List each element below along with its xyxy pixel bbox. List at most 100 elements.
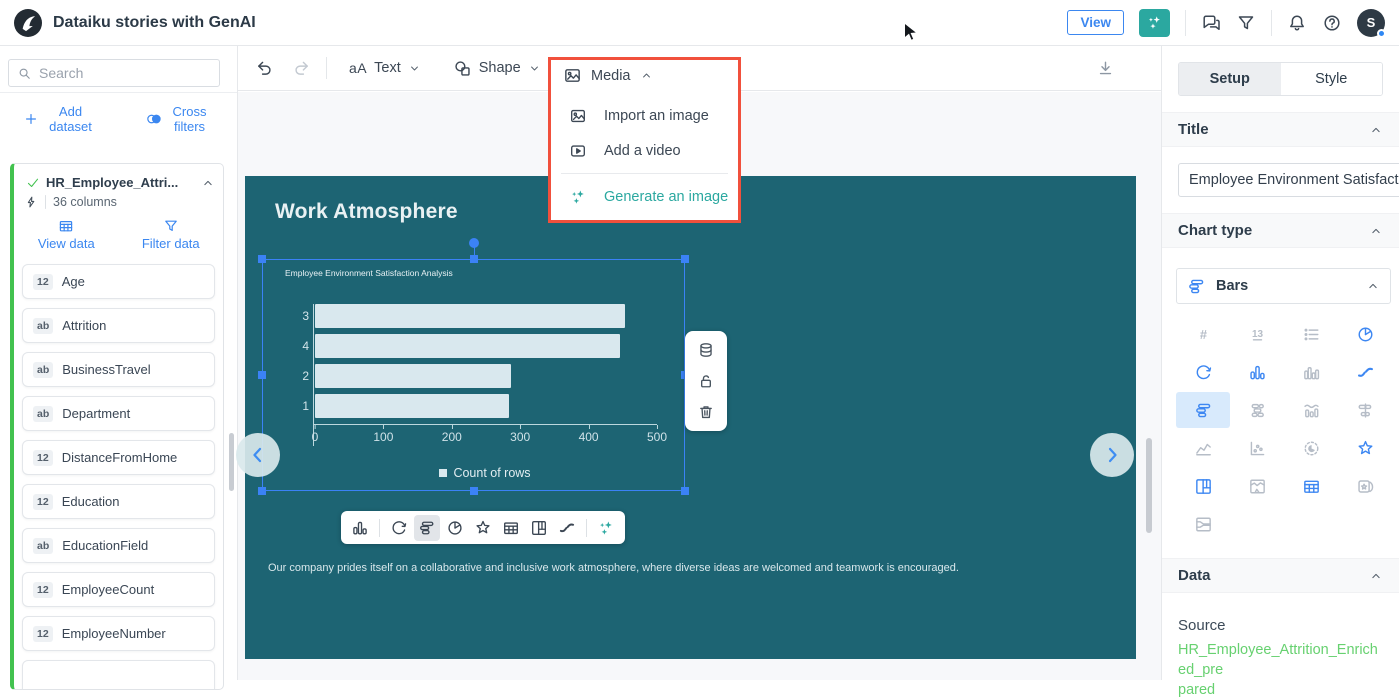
chart-type-sunburst-icon[interactable] [1285,430,1339,466]
text-tool-button[interactable]: aA Text [349,60,421,76]
chart-type-scatter-icon[interactable] [1230,430,1284,466]
chart-type-section-header[interactable]: Chart type [1162,213,1399,248]
chart-type-bars-butterfly-icon[interactable] [1339,392,1393,428]
chart-type-treemap-icon[interactable] [1176,468,1230,504]
chart-type-pie-icon[interactable] [1339,316,1393,352]
dataset-name: HR_Employee_Attri... [46,175,195,190]
tab-style[interactable]: Style [1281,63,1383,95]
chart-type-hash-icon[interactable]: # [1176,316,1230,352]
shape-tool-button[interactable]: Shape [453,59,541,78]
media-label: Media [591,68,631,84]
resize-handle-se[interactable] [681,487,689,495]
chart-type-cards-icon[interactable] [1339,468,1393,504]
resize-handle-ne[interactable] [681,255,689,263]
column-item[interactable]: 12DistanceFromHome [22,440,215,475]
dataiku-logo-icon [14,9,42,37]
column-item[interactable]: 12EmployeeNumber [22,616,215,651]
chevron-up-icon[interactable] [201,176,215,190]
table-icon[interactable] [498,515,524,541]
sidebar-scrollbar[interactable] [229,433,234,491]
comments-icon[interactable] [1201,13,1221,33]
title-section-header[interactable]: Title [1162,112,1399,147]
slide-paragraph[interactable]: Our company prides itself on a collabora… [268,562,1113,574]
sparkles-icon[interactable] [593,515,619,541]
help-icon[interactable] [1322,13,1342,33]
chart-type-line-chart-icon[interactable] [1176,430,1230,466]
chart-type-bars-vertical-icon[interactable] [1230,354,1284,390]
view-data-button[interactable]: View data [14,218,119,251]
next-slide-button[interactable] [1090,433,1134,477]
chart-type-bars-wave-icon[interactable] [1285,392,1339,428]
menu-item-add-a-video[interactable]: Add a video [551,133,738,168]
media-menu-button[interactable]: Media [551,60,738,91]
search-input[interactable] [39,65,189,81]
treemap-icon[interactable] [526,515,552,541]
column-item[interactable]: 12Education [22,484,215,519]
source-dataset-link[interactable]: HR_Employee_Attrition_Enriched_prepared [1178,640,1383,700]
selected-chart-block[interactable]: Employee Environment Satisfaction Analys… [262,259,685,491]
previous-slide-button[interactable] [236,433,280,477]
chart-type-bars-horizontal-icon[interactable] [1176,392,1230,428]
chart-type-list-icon[interactable] [1285,316,1339,352]
slide[interactable]: Work Atmosphere Employee Environment Sat… [245,176,1136,659]
chart-type-gauge-icon[interactable] [1176,354,1230,390]
ai-assistant-button[interactable] [1139,9,1170,37]
resize-handle-s[interactable] [470,487,478,495]
tab-setup[interactable]: Setup [1179,63,1281,95]
column-item[interactable]: abAttrition [22,308,215,343]
chart-type-sankey-icon[interactable] [1339,354,1393,390]
notifications-icon[interactable] [1287,13,1307,33]
menu-item-generate-an-image[interactable]: Generate an image [551,179,738,214]
redo-icon[interactable] [292,59,311,78]
download-icon[interactable] [1096,59,1115,78]
view-button[interactable]: View [1067,10,1124,35]
menu-item-import-an-image[interactable]: Import an image [551,98,738,133]
selected-chart-type[interactable]: Bars [1176,268,1391,304]
pie-icon[interactable] [442,515,468,541]
column-item[interactable]: 12Age [22,264,215,299]
resize-handle-n[interactable] [470,255,478,263]
chart-type-table-icon[interactable] [1285,468,1339,504]
database-icon[interactable] [697,341,715,359]
column-item[interactable]: abDepartment [22,396,215,431]
resize-handle-nw[interactable] [258,255,266,263]
column-item[interactable]: abBusinessTravel [22,352,215,387]
canvas-scrollbar[interactable] [1146,438,1152,533]
rotation-handle[interactable] [469,238,479,248]
trash-icon[interactable] [697,403,715,421]
filter-data-button[interactable]: Filter data [119,218,224,251]
data-section-header[interactable]: Data [1162,558,1399,593]
column-item[interactable]: abEducationField [22,528,215,563]
sankey-icon[interactable] [554,515,580,541]
column-item-partial[interactable] [22,660,215,690]
chart-legend: Count of rows [313,466,657,480]
filter-icon[interactable] [1236,13,1256,33]
undo-icon[interactable] [255,59,274,78]
chart-type-flows-icon[interactable] [1176,506,1230,542]
chart-type-floating-toolbar [341,511,625,544]
star-icon[interactable] [470,515,496,541]
chart-type-bars-stacked-icon[interactable] [1230,392,1284,428]
chart-title-input[interactable] [1178,163,1399,197]
status-dot [1377,29,1386,38]
bars-horizontal-icon[interactable] [414,515,440,541]
chart-type-map-icon[interactable] [1230,468,1284,504]
plus-icon [23,111,39,127]
resize-handle-w[interactable] [258,371,266,379]
chevron-up-icon [640,69,653,82]
chart-type-star-icon[interactable] [1339,430,1393,466]
bars-vertical-icon[interactable] [347,515,373,541]
gauge-icon[interactable] [386,515,412,541]
add-dataset-button[interactable]: Add dataset [0,104,119,134]
chart-type-number-13-icon[interactable]: 13 [1230,316,1284,352]
avatar[interactable]: S [1357,9,1385,37]
sparkles-icon [1146,14,1163,31]
resize-handle-sw[interactable] [258,487,266,495]
chevron-up-icon [1369,569,1383,583]
chart-type-bars-grouped-icon[interactable] [1285,354,1339,390]
cross-filters-button[interactable]: Cross filters [119,104,238,134]
slide-title[interactable]: Work Atmosphere [275,200,458,224]
search-box[interactable] [8,59,220,87]
column-item[interactable]: 12EmployeeCount [22,572,215,607]
lock-icon[interactable] [697,372,715,390]
